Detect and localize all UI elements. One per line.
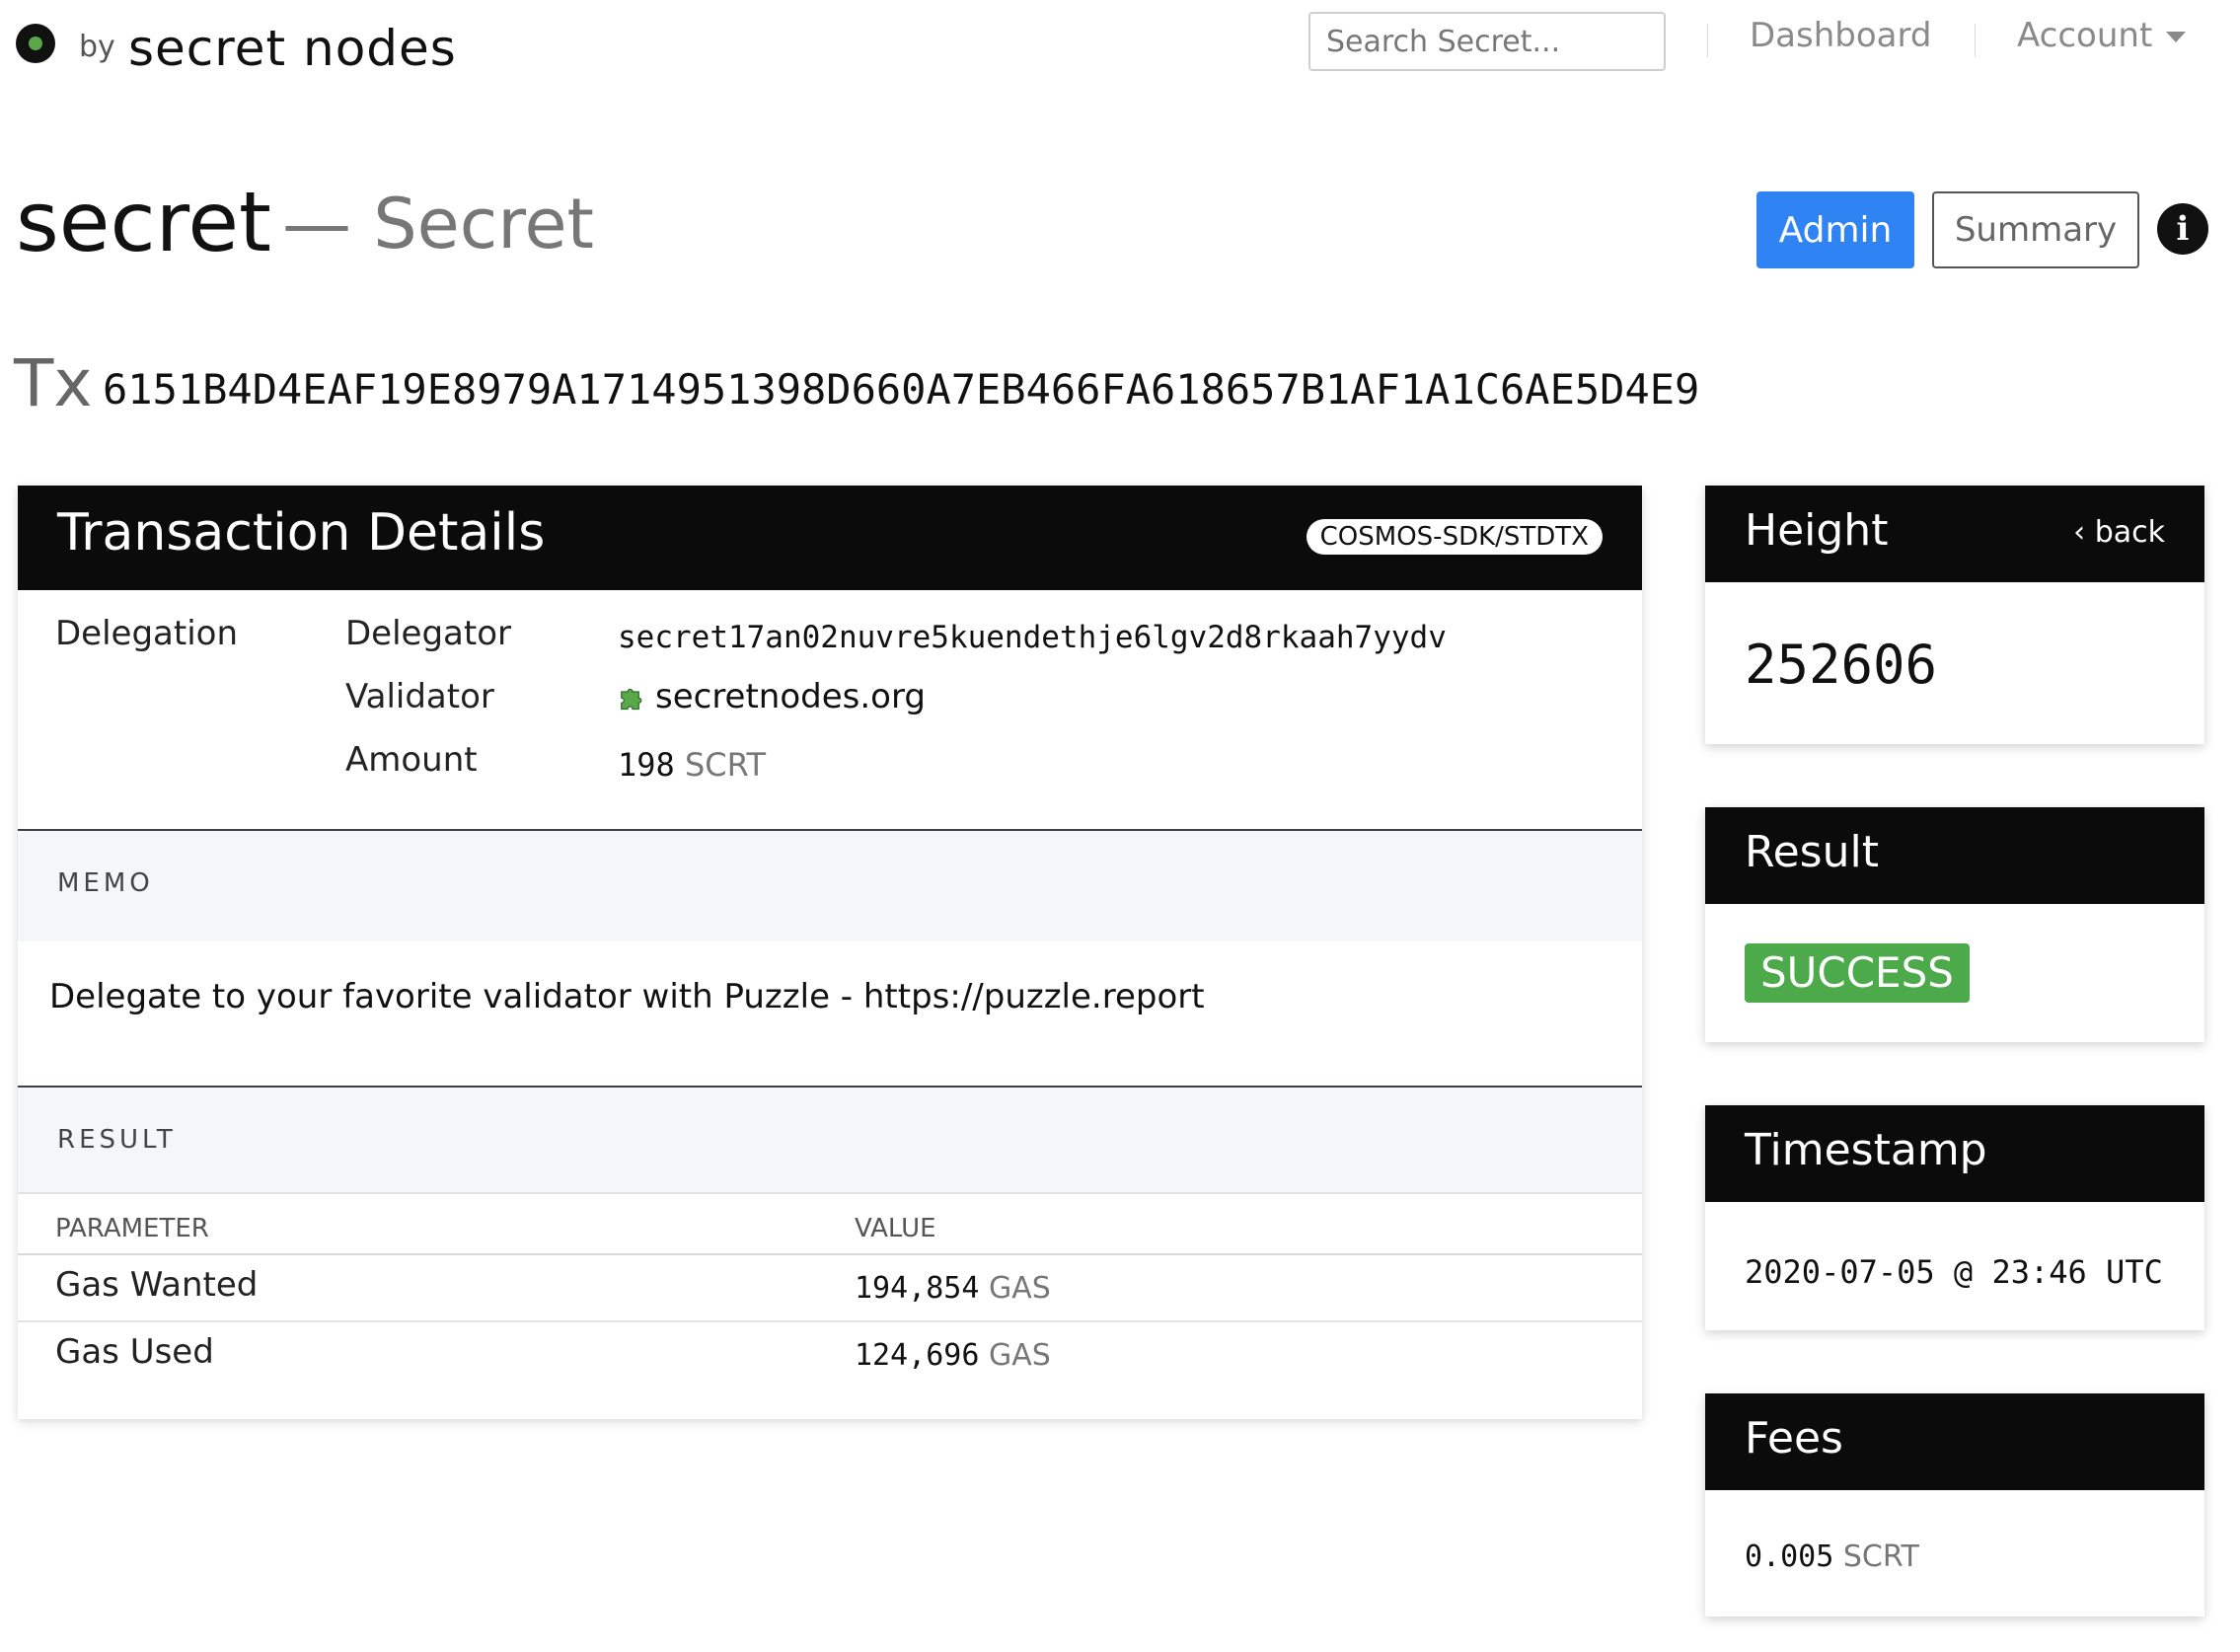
summary-button[interactable]: Summary: [1932, 191, 2139, 268]
result-heading: RESULT: [57, 1125, 177, 1155]
timestamp-title: Timestamp: [1745, 1125, 1987, 1175]
table-header-parameter: PARAMETER: [55, 1214, 209, 1243]
timestamp-value: 2020-07-05 @ 23:46 UTC: [1745, 1253, 2163, 1291]
result-header: RESULT: [18, 1088, 1642, 1192]
brand-name[interactable]: secret nodes: [128, 20, 457, 77]
chevron-left-icon: ‹: [2073, 515, 2095, 550]
admin-button[interactable]: Admin: [1756, 191, 1914, 268]
validator-link[interactable]: secretnodes.org: [618, 677, 926, 716]
height-card: Height ‹ back 252606: [1705, 486, 2204, 744]
status-badge: SUCCESS: [1745, 943, 1970, 1003]
tx-hash: 6151B4D4EAF19E8979A1714951398D660A7EB466…: [103, 365, 1700, 413]
value-number: 194,854: [855, 1271, 980, 1306]
puzzle-piece-icon: [621, 688, 642, 711]
fees-unit: SCRT: [1842, 1539, 1919, 1574]
result-header: Result: [1705, 807, 2204, 904]
fees-number: 0.005: [1745, 1539, 1834, 1574]
value-unit: GAS: [988, 1271, 1051, 1306]
value-number: 124,696: [855, 1338, 980, 1373]
height-title: Height: [1745, 505, 1889, 556]
amount-value: 198 SCRT: [618, 746, 766, 784]
tx-label: Tx: [14, 345, 93, 421]
fees-title: Fees: [1745, 1413, 1843, 1464]
info-icon[interactable]: i: [2157, 203, 2208, 255]
by-label: by: [79, 30, 115, 64]
memo-text: Delegate to your favorite validator with…: [49, 977, 1205, 1016]
search-input[interactable]: [1308, 12, 1666, 71]
value-cell: 124,696 GAS: [855, 1338, 1051, 1373]
block-height[interactable]: 252606: [1745, 634, 1937, 696]
param-cell: Gas Wanted: [55, 1265, 259, 1305]
amount-number: 198: [618, 746, 675, 784]
table-divider: [18, 1320, 1642, 1322]
value-cell: 194,854 GAS: [855, 1271, 1051, 1306]
result-title: Result: [1745, 827, 1879, 877]
table-divider: [18, 1253, 1642, 1255]
memo-header: MEMO: [18, 831, 1642, 941]
amount-label: Amount: [345, 740, 478, 780]
fees-value: 0.005 SCRT: [1745, 1539, 1919, 1574]
amount-unit: SCRT: [684, 746, 767, 784]
transaction-details-card: Transaction Details COSMOS-SDK/STDTX Del…: [18, 486, 1642, 1419]
back-label: back: [2094, 515, 2165, 550]
nav-divider: [1707, 24, 1708, 57]
back-link[interactable]: ‹ back: [2073, 515, 2165, 550]
page-title: secret: [16, 174, 271, 270]
delegator-label: Delegator: [345, 614, 511, 653]
tx-type-badge: COSMOS-SDK/STDTX: [1306, 519, 1603, 555]
value-unit: GAS: [988, 1338, 1051, 1373]
validator-label: Validator: [345, 677, 494, 716]
timestamp-card: Timestamp 2020-07-05 @ 23:46 UTC: [1705, 1105, 2204, 1330]
nav-dashboard-link[interactable]: Dashboard: [1750, 16, 1931, 55]
timestamp-header: Timestamp: [1705, 1105, 2204, 1202]
nav-divider: [1975, 24, 1976, 57]
card-header: Transaction Details COSMOS-SDK/STDTX: [18, 486, 1642, 590]
memo-heading: MEMO: [57, 868, 154, 898]
fees-card: Fees 0.005 SCRT: [1705, 1393, 2204, 1616]
page-subtitle: — Secret: [282, 184, 594, 264]
nav-account-menu[interactable]: Account: [2017, 16, 2187, 55]
account-label: Account: [2017, 16, 2153, 55]
fees-header: Fees: [1705, 1393, 2204, 1490]
table-header-value: VALUE: [855, 1214, 936, 1243]
table-divider: [18, 1192, 1642, 1194]
card-title: Transaction Details: [57, 503, 546, 563]
height-header: Height ‹ back: [1705, 486, 2204, 582]
result-card: Result SUCCESS: [1705, 807, 2204, 1042]
chevron-down-icon: [2166, 32, 2187, 42]
delegator-address[interactable]: secret17an02nuvre5kuendethje6lgv2d8rkaah…: [618, 620, 1447, 655]
message-type: Delegation: [55, 614, 239, 653]
param-cell: Gas Used: [55, 1332, 214, 1372]
logo-icon[interactable]: [16, 24, 55, 63]
validator-name: secretnodes.org: [655, 677, 926, 716]
